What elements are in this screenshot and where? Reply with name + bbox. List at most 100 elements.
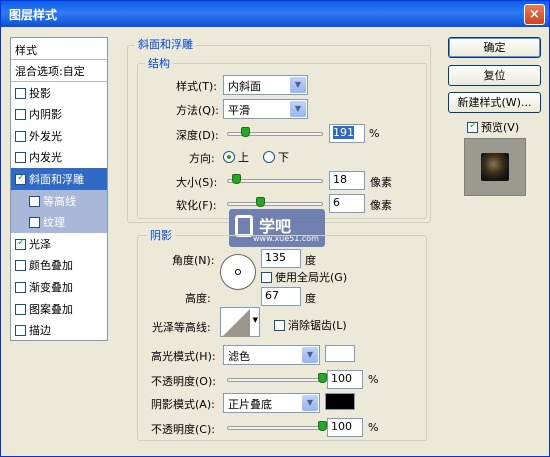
style-item[interactable]: 内发光	[11, 146, 107, 168]
gloss-contour-label: 光泽等高线:	[152, 321, 211, 334]
size-input[interactable]: 18	[329, 171, 365, 190]
style-item[interactable]: 渐变叠加	[11, 276, 107, 298]
style-item[interactable]: 斜面和浮雕	[11, 167, 107, 190]
shading-title: 阴影	[147, 227, 175, 243]
style-item[interactable]: 内阴影	[11, 103, 107, 125]
style-item[interactable]: 外发光	[11, 125, 107, 147]
shadow-opacity-input[interactable]: 100	[327, 418, 363, 437]
size-slider-thumb[interactable]	[231, 174, 241, 184]
style-item[interactable]: 颜色叠加	[11, 254, 107, 276]
shadow-mode-label: 阴影模式(A):	[151, 398, 215, 411]
style-list-header[interactable]: 样式	[11, 38, 107, 60]
preview-checkbox[interactable]: 预览(V)	[467, 119, 519, 135]
style-select[interactable]: 内斜面 ▼	[223, 75, 308, 95]
new-style-button[interactable]: 新建样式(W)...	[448, 92, 541, 113]
style-item-label: 光泽	[29, 237, 51, 251]
radio-off-icon	[263, 151, 275, 163]
highlight-mode-select[interactable]: 滤色 ▼	[223, 345, 320, 365]
depth-label: 深度(D):	[176, 129, 219, 142]
style-item-label: 纹理	[43, 216, 65, 230]
checkbox-icon[interactable]	[15, 303, 26, 315]
depth-slider-thumb[interactable]	[241, 127, 251, 137]
gloss-contour-picker[interactable]: ▼	[220, 307, 260, 337]
direction-up-radio[interactable]: 上	[223, 149, 249, 165]
preview-thumbnail	[464, 138, 526, 196]
angle-unit: 度	[305, 254, 316, 267]
style-label: 样式(T):	[176, 80, 218, 93]
highlight-mode-value: 滤色	[228, 350, 250, 363]
soften-input[interactable]: 6	[329, 194, 365, 213]
contour-curve-icon	[222, 309, 250, 337]
global-light-checkbox[interactable]: 使用全局光(G)	[261, 269, 347, 285]
style-item-label: 渐变叠加	[29, 280, 73, 294]
chevron-down-icon: ▼	[252, 316, 258, 324]
shadow-opacity-slider[interactable]	[227, 426, 323, 430]
checkbox-icon[interactable]	[15, 87, 26, 99]
method-select[interactable]: 平滑 ▼	[223, 99, 308, 119]
checkbox-icon[interactable]	[15, 109, 26, 121]
soften-label: 软化(F):	[176, 199, 217, 212]
checkbox-icon[interactable]	[15, 325, 26, 337]
style-item[interactable]: 光泽	[11, 233, 107, 255]
soften-slider-thumb[interactable]	[255, 197, 265, 207]
style-item[interactable]: 描边	[11, 319, 107, 341]
checkbox-icon	[261, 272, 272, 283]
structure-title: 结构	[145, 55, 173, 71]
depth-input[interactable]: 191	[329, 124, 365, 143]
chevron-down-icon: ▼	[290, 101, 306, 117]
angle-input[interactable]: 135	[261, 249, 301, 268]
checkbox-icon[interactable]	[29, 195, 40, 207]
shadow-mode-select[interactable]: 正片叠底 ▼	[223, 393, 320, 413]
style-item-label: 内阴影	[29, 108, 62, 122]
highlight-opacity-label: 不透明度(O):	[151, 375, 216, 388]
checkbox-icon[interactable]	[15, 260, 26, 272]
chevron-down-icon: ▼	[302, 395, 318, 411]
checkbox-icon[interactable]	[15, 281, 26, 293]
angle-label: 角度(N):	[172, 254, 215, 267]
bevel-emboss-title: 斜面和浮雕	[135, 36, 196, 52]
highlight-opacity-slider-thumb[interactable]	[318, 373, 327, 383]
highlight-opacity-input[interactable]: 100	[327, 370, 363, 389]
altitude-label: 高度:	[185, 292, 211, 305]
style-item-label: 图案叠加	[29, 302, 73, 316]
shadow-opacity-slider-thumb[interactable]	[318, 421, 327, 431]
altitude-input[interactable]: 67	[261, 287, 301, 306]
chevron-down-icon: ▼	[302, 347, 318, 363]
style-item-label: 等高线	[43, 194, 76, 208]
checkbox-checked-icon[interactable]	[15, 172, 26, 185]
checkbox-icon[interactable]	[29, 217, 40, 229]
antialias-checkbox[interactable]: 消除锯齿(L)	[274, 317, 347, 333]
checkbox-icon[interactable]	[15, 130, 26, 142]
soften-unit: 像素	[370, 199, 392, 212]
style-select-value: 内斜面	[228, 80, 261, 93]
style-item[interactable]: 纹理	[11, 211, 107, 233]
size-unit: 像素	[370, 176, 392, 189]
checkbox-icon[interactable]	[15, 152, 26, 164]
checkbox-checked-icon[interactable]	[15, 237, 26, 250]
watermark-mark-icon	[235, 215, 253, 237]
size-slider[interactable]	[227, 179, 323, 183]
style-item-label: 描边	[29, 324, 51, 338]
style-item-label: 斜面和浮雕	[29, 172, 84, 186]
shadow-opacity-unit: %	[368, 421, 379, 434]
checkbox-icon	[274, 320, 285, 331]
style-list: 样式 混合选项:自定 投影内阴影外发光内发光斜面和浮雕等高线纹理光泽颜色叠加渐变…	[10, 37, 108, 341]
style-item-label: 外发光	[29, 129, 62, 143]
style-item-label: 投影	[29, 86, 51, 100]
angle-dial[interactable]	[220, 254, 256, 290]
direction-down-radio[interactable]: 下	[263, 149, 289, 165]
shadow-color-swatch[interactable]	[325, 393, 355, 410]
style-item[interactable]: 等高线	[11, 189, 107, 212]
highlight-color-swatch[interactable]	[325, 345, 355, 362]
title-bar[interactable]: 图层样式 ×	[1, 1, 549, 27]
soften-slider[interactable]	[227, 202, 323, 206]
shadow-opacity-label: 不透明度(C):	[151, 423, 215, 436]
style-item[interactable]: 图案叠加	[11, 298, 107, 320]
blend-options-item[interactable]: 混合选项:自定	[11, 60, 107, 82]
close-button[interactable]: ×	[524, 4, 545, 25]
method-select-value: 平滑	[228, 104, 250, 117]
ok-button[interactable]: 确定	[448, 37, 541, 58]
highlight-opacity-slider[interactable]	[227, 378, 323, 382]
reset-button[interactable]: 复位	[448, 65, 541, 86]
style-item[interactable]: 投影	[11, 82, 107, 104]
